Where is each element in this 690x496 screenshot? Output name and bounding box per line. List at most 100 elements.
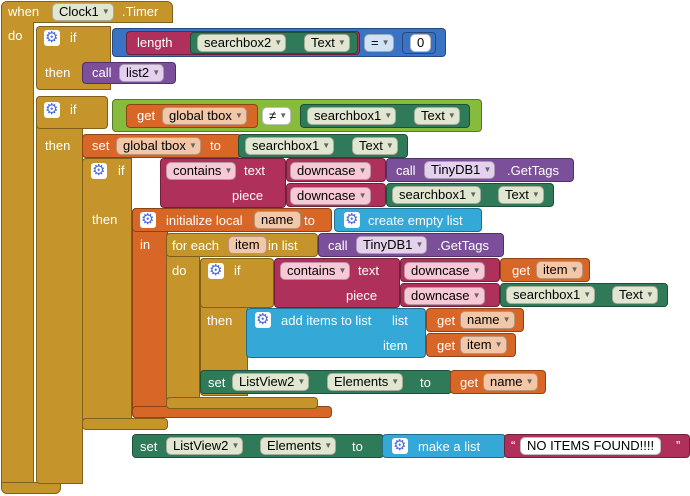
component-dropdown-searchbox1[interactable]: searchbox1 ▼ (392, 186, 482, 204)
property-dropdown-elements[interactable]: Elements ▼ (260, 437, 337, 455)
to-label: to (210, 138, 221, 153)
variable-dropdown-item[interactable]: item ▼ (536, 261, 583, 279)
chevron-down-icon: ▼ (234, 111, 243, 120)
variable-dropdown-global-tbox[interactable]: global tbox ▼ (116, 137, 201, 155)
variable-dropdown-name[interactable]: name ▼ (483, 373, 538, 391)
gear-icon[interactable] (44, 100, 60, 118)
then-label: then (45, 65, 71, 80)
chevron-down-icon: ▼ (322, 141, 331, 150)
loop-variable-item[interactable]: item (228, 236, 267, 254)
get-label: get (512, 263, 531, 278)
gear-icon[interactable] (140, 210, 156, 228)
list-socket-label: list (392, 313, 408, 328)
chevron-down-icon: ▼ (570, 265, 579, 274)
variable-dropdown-name[interactable]: name ▼ (460, 311, 515, 329)
method-label: .GetTags (437, 238, 490, 253)
call-label: call (328, 238, 348, 253)
to-label: to (352, 439, 363, 454)
property-dropdown-text[interactable]: Text ▼ (352, 137, 398, 155)
chevron-down-icon: ▼ (381, 38, 390, 47)
component-dropdown-searchbox1[interactable]: searchbox1 ▼ (506, 286, 596, 304)
if-block-2[interactable] (36, 96, 83, 484)
if-label: if (118, 163, 125, 178)
contains-dropdown[interactable]: contains ▼ (280, 262, 351, 280)
downcase-dropdown[interactable]: downcase ▼ (290, 162, 371, 180)
chevron-down-icon: ▼ (502, 315, 511, 324)
if-block-3-footer (82, 418, 168, 430)
in-label: in (140, 237, 151, 252)
chevron-down-icon: ▼ (152, 68, 161, 77)
property-dropdown-text[interactable]: Text ▼ (304, 34, 350, 52)
chevron-down-icon: ▼ (472, 291, 481, 300)
chevron-down-icon: ▼ (385, 141, 394, 150)
procedure-dropdown-list2[interactable]: list2 ▼ (119, 64, 165, 82)
component-dropdown-listview2[interactable]: ListView2 ▼ (232, 373, 310, 391)
event-block-body-rail (1, 22, 34, 484)
chevron-down-icon: ▼ (279, 111, 288, 120)
chevron-down-icon: ▼ (274, 38, 283, 47)
chevron-down-icon: ▼ (384, 111, 393, 120)
operator-dropdown-equals[interactable]: = ▼ (364, 34, 394, 52)
property-dropdown-text[interactable]: Text ▼ (498, 186, 544, 204)
chevron-down-icon: ▼ (447, 111, 456, 120)
chevron-down-icon: ▼ (337, 38, 346, 47)
gear-icon[interactable] (344, 210, 360, 228)
component-dropdown-tinydb1[interactable]: TinyDB1 ▼ (356, 236, 428, 254)
get-label: get (137, 108, 156, 123)
contains-dropdown[interactable]: contains ▼ (166, 162, 237, 180)
get-label: get (437, 313, 456, 328)
gear-icon[interactable] (392, 436, 408, 454)
if-block-3[interactable] (82, 158, 132, 428)
component-dropdown-clock1[interactable]: Clock1 ▼ (52, 3, 114, 21)
call-label: call (396, 163, 416, 178)
in-list-label: in list (268, 238, 298, 253)
initialize-local-label: initialize local (166, 213, 243, 228)
component-dropdown-searchbox1[interactable]: searchbox1 ▼ (307, 107, 397, 125)
local-name-field[interactable]: name (254, 211, 301, 229)
do-label: do (8, 28, 23, 43)
gear-icon[interactable] (208, 261, 224, 279)
property-dropdown-elements[interactable]: Elements ▼ (327, 373, 404, 391)
gear-icon[interactable] (91, 161, 107, 179)
number-field[interactable]: 0 (410, 34, 432, 52)
chevron-down-icon: ▼ (531, 190, 540, 199)
text-socket-label: text (244, 163, 265, 178)
downcase-dropdown[interactable]: downcase ▼ (290, 187, 371, 205)
event-name-label: .Timer (122, 4, 159, 19)
chevron-down-icon: ▼ (494, 340, 503, 349)
chevron-down-icon: ▼ (483, 165, 492, 174)
chevron-down-icon: ▼ (297, 377, 306, 386)
component-dropdown-searchbox2[interactable]: searchbox2 ▼ (197, 34, 287, 52)
property-dropdown-text[interactable]: Text ▼ (612, 286, 658, 304)
downcase-dropdown[interactable]: downcase ▼ (404, 287, 485, 305)
to-label: to (304, 213, 315, 228)
component-dropdown-searchbox1[interactable]: searchbox1 ▼ (245, 137, 335, 155)
gear-icon[interactable] (255, 310, 271, 328)
if-label: if (70, 102, 77, 117)
close-quote: ” (676, 438, 681, 453)
property-dropdown-text[interactable]: Text ▼ (414, 107, 460, 125)
chevron-down-icon: ▼ (583, 290, 592, 299)
method-label: .GetTags (507, 163, 560, 178)
for-each-block[interactable] (166, 233, 200, 409)
component-dropdown-tinydb1[interactable]: TinyDB1 ▼ (424, 161, 496, 179)
gear-icon[interactable] (44, 28, 60, 46)
downcase-dropdown[interactable]: downcase ▼ (404, 262, 485, 280)
then-label: then (45, 138, 71, 153)
for-each-label: for each (172, 238, 219, 253)
when-label: when (8, 4, 40, 19)
variable-dropdown-item[interactable]: item ▼ (460, 336, 507, 354)
set-label: set (140, 439, 158, 454)
variable-dropdown-global-tbox[interactable]: global tbox ▼ (162, 107, 247, 125)
chevron-down-icon: ▼ (224, 166, 233, 175)
length-label: length (137, 35, 173, 50)
component-dropdown-listview2[interactable]: ListView2 ▼ (166, 437, 244, 455)
operator-dropdown-not-equal[interactable]: ≠ ▼ (262, 107, 292, 125)
call-label: call (92, 65, 112, 80)
then-label: then (92, 212, 118, 227)
chevron-down-icon: ▼ (391, 377, 400, 386)
to-label: to (420, 375, 431, 390)
create-empty-list-label: create empty list (368, 213, 463, 228)
string-field[interactable]: NO ITEMS FOUND!!!! (520, 437, 662, 455)
make-a-list-label: make a list (418, 439, 481, 454)
